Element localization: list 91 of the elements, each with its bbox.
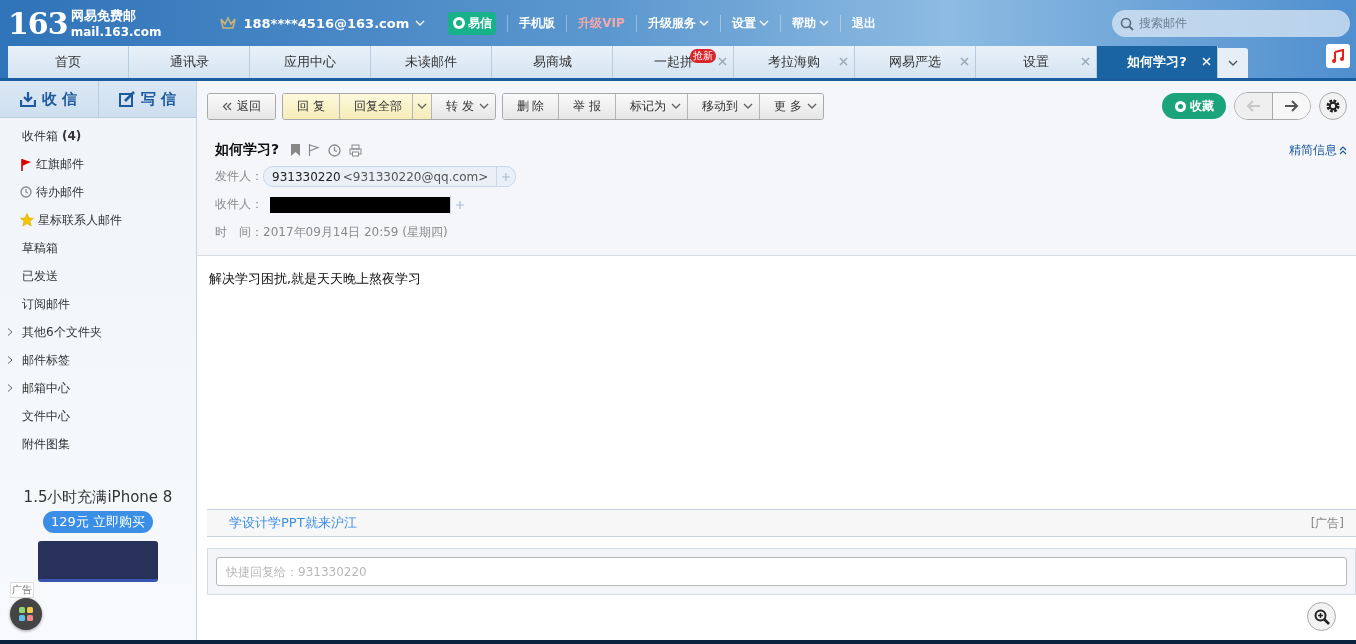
music-note-icon <box>1331 49 1345 63</box>
compose-button[interactable]: 写 信 <box>97 81 196 117</box>
toolbar-button[interactable]: 标记为 <box>615 93 688 119</box>
chevron-down-icon <box>743 102 754 110</box>
toolbar-button[interactable]: 转 发 <box>430 93 495 119</box>
sender-chip[interactable]: 931330220 <931330220@qq.com> <box>263 166 517 187</box>
quick-reply-field[interactable]: 快捷回复给：931330220 <box>216 557 1347 586</box>
dropdown-button[interactable] <box>411 93 431 119</box>
chevron-right-icon[interactable] <box>7 356 13 364</box>
app-grid-icon <box>19 607 33 621</box>
settings-icon <box>1325 98 1341 114</box>
message-body: 解决学习困扰,就是天天晚上熬夜学习 <box>209 270 423 288</box>
double-chevron-up-icon <box>1339 145 1347 155</box>
logo-domain: mail.163.com <box>70 25 162 39</box>
toolbar-button[interactable]: 更 多 <box>759 93 824 119</box>
chevron-down-icon <box>698 19 709 27</box>
toolbar-button[interactable]: 举 报 <box>558 93 616 119</box>
bookmark-icon[interactable] <box>291 144 301 156</box>
tab[interactable]: 易商城 <box>492 46 613 78</box>
settings-button[interactable] <box>1319 92 1347 120</box>
next-button[interactable] <box>1272 93 1310 119</box>
chevron-down-icon <box>416 102 427 110</box>
search-field[interactable]: 搜索邮件 <box>1112 9 1350 37</box>
tab[interactable]: 考拉海购 <box>734 46 855 78</box>
chevron-down-icon <box>1228 59 1238 67</box>
folder-item[interactable]: 红旗邮件 <box>0 150 196 178</box>
message-subject: 如何学习? <box>215 141 280 159</box>
tab[interactable]: 如何学习? <box>1097 46 1218 78</box>
ad-headline: 1.5小时充满iPhone 8 <box>23 488 173 507</box>
folder-item[interactable]: 已发送 <box>0 262 196 290</box>
tab-menu-button[interactable] <box>1218 48 1248 78</box>
double-chevron-left-icon <box>222 101 232 111</box>
download-tray-icon <box>20 91 37 107</box>
zoom-in-icon <box>1313 608 1330 625</box>
folder-item[interactable]: 星标联系人邮件 <box>0 206 196 234</box>
star-icon <box>20 213 34 227</box>
recipient-label: 收件人： <box>215 196 263 213</box>
sender-label: 发件人： <box>215 168 263 185</box>
plus-icon <box>502 172 511 181</box>
chevron-down-icon <box>818 19 829 27</box>
folder-item[interactable]: 附件图集 <box>0 430 196 458</box>
receive-button[interactable]: 收 信 <box>0 81 98 117</box>
toolbar-button[interactable]: 移动到 <box>687 93 760 119</box>
reply-button[interactable]: 回复全部 <box>338 93 412 119</box>
chevron-down-icon <box>807 102 818 110</box>
plus-icon <box>456 200 464 209</box>
chevron-down-icon[interactable] <box>415 19 426 27</box>
folder-item[interactable]: 草稿箱 <box>0 234 196 262</box>
sender-address: <931330220@qq.com> <box>342 169 490 184</box>
printer-icon[interactable] <box>349 143 363 157</box>
chevron-right-icon[interactable] <box>7 328 13 336</box>
ad-tag: 广告 <box>10 582 34 598</box>
clock-icon[interactable] <box>328 143 342 157</box>
tab[interactable]: 首页 <box>8 46 129 78</box>
edit-icon <box>118 91 135 107</box>
arrow-right-icon <box>1283 99 1300 113</box>
folder-item[interactable]: 收件箱 (4) <box>0 122 196 150</box>
logo-number: 163 <box>8 5 68 41</box>
account-name[interactable]: 188****4516@163.com <box>243 15 410 31</box>
sender-name: 931330220 <box>271 169 342 184</box>
flag-outline-icon[interactable] <box>308 144 321 156</box>
flag-icon <box>20 157 32 171</box>
folder-item[interactable]: 文件中心 <box>0 402 196 430</box>
arrow-left-icon <box>1245 99 1262 113</box>
sent-time: 2017年09月14日 20:59 (星期四) <box>263 224 448 241</box>
folder-item[interactable]: 邮箱中心 <box>0 374 196 402</box>
tab[interactable]: 通讯录 <box>129 46 250 78</box>
chevron-down-icon <box>478 102 489 110</box>
app-grid-button[interactable] <box>10 598 42 630</box>
tab[interactable]: 设置 <box>976 46 1097 78</box>
time-label: 时 间： <box>215 224 263 241</box>
summary-toggle-link[interactable]: 精简信息 <box>1289 141 1347 159</box>
chevron-right-icon[interactable] <box>7 384 13 392</box>
toolbar-button[interactable]: 删 除 <box>502 93 559 119</box>
folder-item[interactable]: 其他6个文件夹 <box>0 318 196 346</box>
reply-button[interactable]: 回 复 <box>283 93 339 119</box>
ad-tag: [广告] <box>1310 514 1344 532</box>
crown-icon <box>219 15 238 31</box>
back-button[interactable]: 返回 <box>208 93 275 119</box>
chevron-down-icon <box>758 19 769 27</box>
zoom-button[interactable] <box>1307 602 1336 631</box>
clock-icon <box>20 186 32 198</box>
tab[interactable]: 应用中心 <box>250 46 371 78</box>
chevron-down-icon <box>671 102 682 110</box>
folder-item[interactable]: 订阅邮件 <box>0 290 196 318</box>
logo-name: 网易免费邮 <box>70 7 137 25</box>
tab[interactable]: 未读邮件 <box>371 46 492 78</box>
tab[interactable]: 网易严选 <box>855 46 976 78</box>
music-button[interactable] <box>1326 44 1350 68</box>
folder-item[interactable]: 邮件标签 <box>0 346 196 374</box>
folder-item[interactable]: 待办邮件 <box>0 178 196 206</box>
